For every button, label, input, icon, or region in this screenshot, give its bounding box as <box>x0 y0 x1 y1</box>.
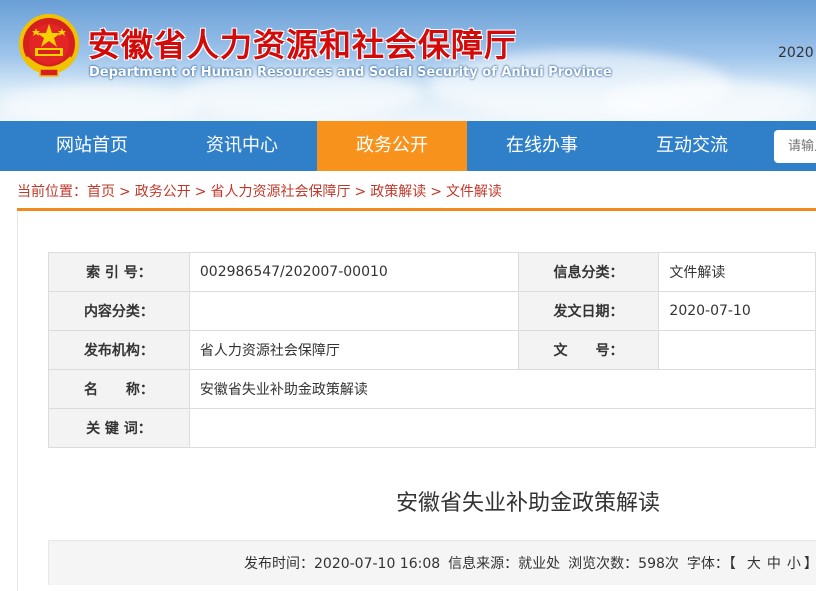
publish-time: 发布时间：2020-07-10 16:08 <box>244 556 441 572</box>
breadcrumb-policy-interpretation[interactable]: 政策解读 <box>370 184 426 200</box>
table-row: 索 引 号： 002986547/202007-00010 信息分类： 文件解读 <box>48 252 816 292</box>
breadcrumb-document-interpretation[interactable]: 文件解读 <box>446 184 502 200</box>
font-size-large-button[interactable]: 大 <box>747 556 761 572</box>
name-value: 安徽省失业补助金政策解读 <box>188 369 816 409</box>
font-size-medium-button[interactable]: 中 <box>767 556 781 572</box>
main-nav: 网站首页 资讯中心 政务公开 在线办事 互动交流 <box>0 121 816 171</box>
breadcrumb-separator: > <box>354 184 367 200</box>
banner-cloud <box>600 80 816 121</box>
info-source: 信息来源：就业处 <box>448 556 561 572</box>
breadcrumb-prefix: 当前位置： <box>17 184 87 200</box>
font-size-label: 字体：【 <box>686 556 736 572</box>
breadcrumb-department[interactable]: 省人力资源社会保障厅 <box>210 184 350 200</box>
breadcrumb-separator: > <box>194 184 207 200</box>
table-row: 内容分类： 发文日期： 2020-07-10 <box>48 291 816 331</box>
nav-item-interaction[interactable]: 互动交流 <box>617 121 767 171</box>
nav-item-gov-affairs[interactable]: 政务公开 <box>317 121 467 171</box>
info-category-value: 文件解读 <box>658 252 816 292</box>
breadcrumb-separator: > <box>119 184 131 200</box>
info-category-label: 信息分类： <box>517 252 660 292</box>
article-title: 安徽省失业补助金政策解读 <box>395 491 660 516</box>
search-input[interactable] <box>774 130 816 163</box>
article-info: 发布时间：2020-07-10 16:08 信息来源：就业处 浏览次数：598次 字体… <box>244 553 816 573</box>
table-row: 关 键 词： <box>48 408 816 448</box>
nav-item-home[interactable]: 网站首页 <box>17 121 167 171</box>
view-count: 浏览次数：598次 <box>568 556 679 572</box>
font-size-bracket-close: 】 <box>804 556 816 572</box>
breadcrumb-home[interactable]: 首页 <box>87 184 115 200</box>
keywords-value <box>188 408 816 448</box>
publisher-label: 发布机构： <box>48 330 190 370</box>
table-row: 发布机构： 省人力资源社会保障厅 文 号： <box>48 330 816 370</box>
name-label: 名 称： <box>48 369 190 409</box>
nav-item-online-service[interactable]: 在线办事 <box>467 121 617 171</box>
index-number-value: 002986547/202007-00010 <box>188 252 519 292</box>
banner-cloud <box>0 85 200 121</box>
doc-number-label: 文 号： <box>517 330 660 370</box>
header-date: 2020 <box>778 45 814 61</box>
publisher-value: 省人力资源社会保障厅 <box>188 330 519 370</box>
font-size-small-button[interactable]: 小 <box>787 556 801 572</box>
breadcrumb: 当前位置：首页 > 政务公开 > 省人力资源社会保障厅 > 政策解读 > 文件解读 <box>17 181 502 201</box>
site-title: 安徽省人力资源和社会保障厅 <box>88 26 518 64</box>
keywords-label: 关 键 词： <box>48 408 190 448</box>
table-row: 名 称： 安徽省失业补助金政策解读 <box>48 369 816 409</box>
header-banner: 安徽省人力资源和社会保障厅 Department of Human Resour… <box>0 0 816 121</box>
issue-date-value: 2020-07-10 <box>658 291 816 331</box>
doc-number-value <box>658 330 816 370</box>
national-emblem-icon <box>19 14 79 77</box>
breadcrumb-separator: > <box>430 184 442 200</box>
content-category-label: 内容分类： <box>48 291 190 331</box>
index-number-label: 索 引 号： <box>48 252 190 292</box>
content-category-value <box>188 291 519 331</box>
site-subtitle-en: Department of Human Resources and Social… <box>89 65 612 80</box>
issue-date-label: 发文日期： <box>517 291 660 331</box>
article-info-bar: 发布时间：2020-07-10 16:08 信息来源：就业处 浏览次数：598次 字体… <box>48 540 816 585</box>
font-size-control: 字体：【大中小】 <box>687 556 816 572</box>
breadcrumb-gov-affairs[interactable]: 政务公开 <box>135 184 191 200</box>
nav-item-news[interactable]: 资讯中心 <box>167 121 317 171</box>
document-metadata-table: 索 引 号： 002986547/202007-00010 信息分类： 文件解读… <box>48 252 816 448</box>
